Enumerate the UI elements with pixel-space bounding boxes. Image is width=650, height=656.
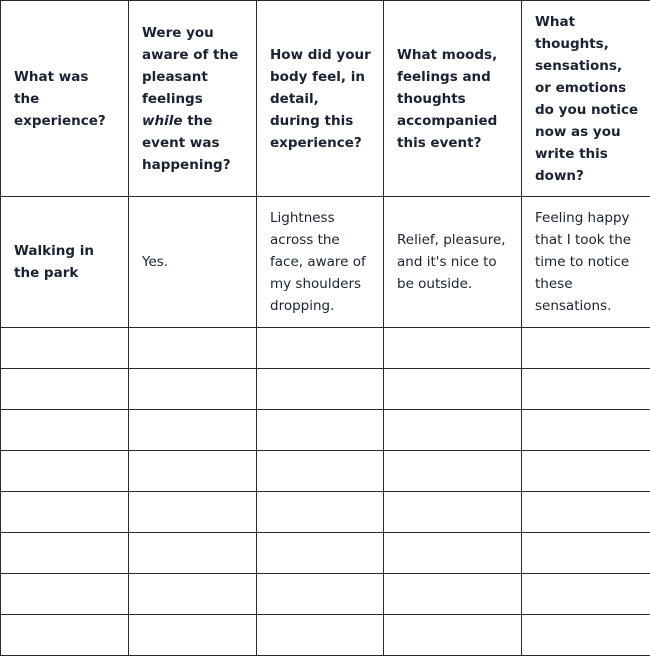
cell-awareness-blank[interactable]: [128, 450, 257, 492]
cell-now-thoughts-blank[interactable]: [521, 327, 650, 369]
cell-experience: Walking in the park: [0, 196, 129, 328]
cell-awareness-blank[interactable]: [128, 368, 257, 410]
cell-awareness-blank[interactable]: [128, 327, 257, 369]
blank-row: [0, 491, 650, 533]
cell-body-feel-blank[interactable]: [256, 491, 384, 533]
header-now-thoughts: What thoughts, sensations, or emotions d…: [521, 0, 650, 197]
cell-awareness-blank[interactable]: [128, 614, 257, 656]
cell-now-thoughts-blank[interactable]: [521, 573, 650, 615]
cell-moods-blank[interactable]: [383, 614, 522, 656]
cell-moods-blank[interactable]: [383, 327, 522, 369]
cell-now-thoughts: Feeling happy that I took the time to no…: [521, 196, 650, 328]
cell-now-thoughts-blank[interactable]: [521, 368, 650, 410]
blank-row: [0, 532, 650, 574]
cell-awareness-blank[interactable]: [128, 532, 257, 574]
pleasant-events-table: What was the experience? Were you aware …: [0, 0, 650, 656]
cell-moods-blank[interactable]: [383, 491, 522, 533]
cell-now-thoughts-blank[interactable]: [521, 532, 650, 574]
cell-body-feel-blank[interactable]: [256, 409, 384, 451]
blank-row: [0, 450, 650, 492]
header-experience: What was the experience?: [0, 0, 129, 197]
blank-row: [0, 573, 650, 615]
cell-body-feel-blank[interactable]: [256, 614, 384, 656]
cell-experience-blank[interactable]: [0, 614, 129, 656]
header-body-feel: How did your body feel, in detail, durin…: [256, 0, 384, 197]
cell-experience-blank[interactable]: [0, 450, 129, 492]
cell-body-feel-blank[interactable]: [256, 327, 384, 369]
cell-experience-blank[interactable]: [0, 368, 129, 410]
blank-row: [0, 614, 650, 656]
cell-experience-blank[interactable]: [0, 532, 129, 574]
cell-experience-blank[interactable]: [0, 573, 129, 615]
cell-awareness-blank[interactable]: [128, 491, 257, 533]
cell-experience-blank[interactable]: [0, 491, 129, 533]
cell-moods: Relief, pleasure, and it's nice to be ou…: [383, 196, 522, 328]
cell-experience-blank[interactable]: [0, 409, 129, 451]
cell-now-thoughts-blank[interactable]: [521, 614, 650, 656]
cell-moods-blank[interactable]: [383, 368, 522, 410]
cell-body-feel: Lightness across the face, aware of my s…: [256, 196, 384, 328]
header-row: What was the experience? Were you aware …: [0, 0, 650, 197]
cell-body-feel-blank[interactable]: [256, 532, 384, 574]
cell-now-thoughts-blank[interactable]: [521, 409, 650, 451]
header-awareness: Were you aware of the pleasant feelings …: [128, 0, 257, 197]
cell-experience-blank[interactable]: [0, 327, 129, 369]
header-moods: What moods, feelings and thoughts accomp…: [383, 0, 522, 197]
blank-row: [0, 409, 650, 451]
cell-body-feel-blank[interactable]: [256, 368, 384, 410]
cell-awareness-blank[interactable]: [128, 409, 257, 451]
example-row: Walking in the park Yes. Lightness acros…: [0, 196, 650, 328]
cell-moods-blank[interactable]: [383, 573, 522, 615]
cell-moods-blank[interactable]: [383, 409, 522, 451]
cell-body-feel-blank[interactable]: [256, 573, 384, 615]
cell-moods-blank[interactable]: [383, 532, 522, 574]
blank-row: [0, 327, 650, 369]
cell-awareness: Yes.: [128, 196, 257, 328]
cell-awareness-blank[interactable]: [128, 573, 257, 615]
cell-body-feel-blank[interactable]: [256, 450, 384, 492]
cell-now-thoughts-blank[interactable]: [521, 450, 650, 492]
cell-moods-blank[interactable]: [383, 450, 522, 492]
blank-row: [0, 368, 650, 410]
cell-now-thoughts-blank[interactable]: [521, 491, 650, 533]
